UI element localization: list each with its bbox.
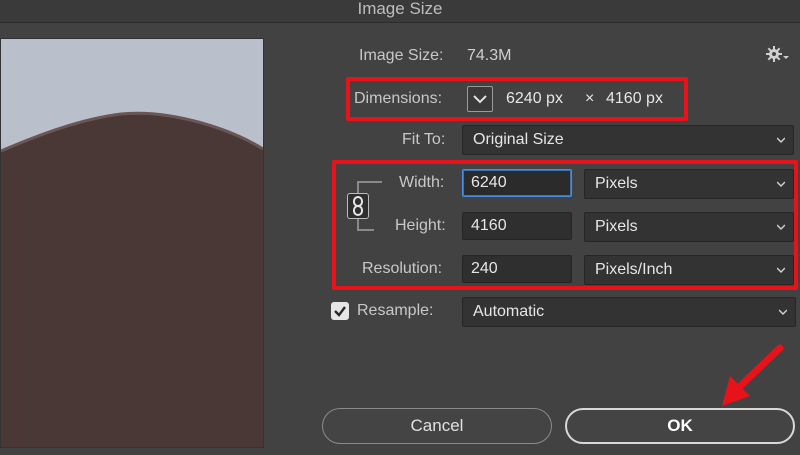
window-title: Image Size bbox=[0, 0, 800, 23]
chevron-down-icon bbox=[779, 309, 787, 316]
resample-select[interactable]: Automatic bbox=[462, 297, 796, 327]
gear-icon bbox=[766, 46, 789, 62]
settings-gear-button[interactable] bbox=[764, 44, 790, 66]
checkmark-icon bbox=[334, 306, 346, 317]
height-unit-value: Pixels bbox=[595, 218, 638, 235]
height-label: Height: bbox=[395, 217, 446, 234]
resample-checkbox[interactable] bbox=[331, 302, 349, 320]
resample-value: Automatic bbox=[473, 303, 545, 320]
image-size-value: 74.3M bbox=[467, 47, 512, 64]
dimensions-width: 6240 px bbox=[506, 90, 563, 107]
chevron-down-icon bbox=[473, 95, 487, 104]
width-input[interactable]: 6240 bbox=[462, 169, 572, 197]
height-input[interactable]: 4160 bbox=[462, 212, 572, 240]
fit-to-value: Original Size bbox=[473, 131, 564, 148]
resolution-label: Resolution: bbox=[362, 260, 443, 277]
image-size-label: Image Size: bbox=[359, 47, 444, 64]
dimensions-height: 4160 px bbox=[606, 90, 663, 107]
width-unit-value: Pixels bbox=[595, 175, 638, 192]
link-icon bbox=[353, 196, 363, 216]
resolution-unit-select[interactable]: Pixels/Inch bbox=[584, 255, 794, 285]
width-unit-select[interactable]: Pixels bbox=[584, 169, 794, 199]
fit-to-select[interactable]: Original Size bbox=[462, 125, 794, 155]
resolution-unit-value: Pixels/Inch bbox=[595, 261, 673, 278]
chevron-down-icon bbox=[777, 267, 785, 274]
chevron-down-icon bbox=[777, 224, 785, 231]
arrow-annotation bbox=[722, 344, 784, 406]
preview-image bbox=[1, 39, 263, 447]
dimensions-times: × bbox=[585, 90, 595, 107]
resample-label: Resample: bbox=[357, 302, 434, 319]
resolution-input[interactable]: 240 bbox=[462, 255, 572, 283]
width-label: Width: bbox=[399, 174, 445, 191]
image-preview[interactable] bbox=[0, 38, 264, 448]
height-unit-select[interactable]: Pixels bbox=[584, 212, 794, 242]
chevron-down-icon bbox=[777, 181, 785, 188]
constrain-proportions-button[interactable] bbox=[347, 193, 369, 219]
fit-to-label: Fit To: bbox=[402, 131, 446, 148]
cancel-button[interactable]: Cancel bbox=[322, 408, 552, 444]
chevron-down-icon bbox=[777, 137, 785, 144]
dimensions-unit-dropdown[interactable] bbox=[467, 86, 493, 112]
dimensions-label: Dimensions: bbox=[354, 90, 443, 107]
